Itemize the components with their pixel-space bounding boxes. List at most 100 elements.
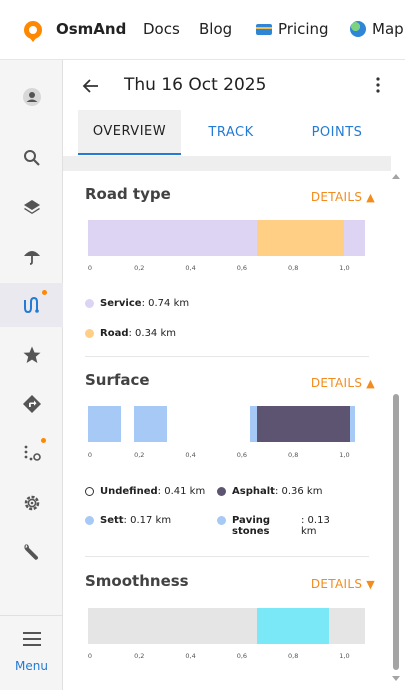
section-divider (85, 556, 369, 557)
sidebar-item-weather[interactable] (0, 234, 63, 278)
search-icon (23, 150, 40, 166)
tick-label: 1,0 (339, 264, 350, 272)
scroll-thumb[interactable] (393, 394, 399, 670)
legend-label: Paving stones (232, 515, 271, 537)
bar-segment-road (257, 220, 345, 256)
more-vertical-icon[interactable] (371, 74, 385, 96)
globe-icon (350, 21, 366, 37)
legend-value: : 0.34 km (128, 328, 177, 339)
track-header: Thu 16 Oct 2025 OVERVIEW TRACK POINTS (63, 60, 405, 156)
navigation-badge (41, 438, 46, 443)
nav-pricing-link[interactable]: Pricing (278, 20, 329, 38)
menu-button[interactable]: Menu (0, 615, 63, 690)
tab-overview[interactable]: OVERVIEW (78, 110, 181, 155)
navigation-dots-icon (24, 445, 41, 461)
star-icon (23, 346, 40, 363)
sidebar-item-plugins[interactable] (0, 530, 63, 574)
scroll-down-arrow-icon[interactable] (392, 676, 400, 681)
legend-value: : 0.13 km (301, 515, 330, 537)
sidebar-item-tracks[interactable] (0, 283, 63, 327)
tick-label: 0,8 (288, 451, 299, 459)
tick-label: 0,4 (185, 264, 196, 272)
avatar-icon (22, 88, 41, 106)
scroll-up-arrow-icon[interactable] (392, 174, 400, 179)
legend-bullet-paving-stones (217, 516, 226, 525)
details-label: DETAILS (310, 376, 363, 390)
hamburger-icon (23, 632, 41, 646)
sidebar-item-search[interactable] (0, 136, 63, 180)
tick-label: 0,2 (134, 652, 145, 660)
road-type-bar (88, 220, 365, 256)
content-top-strip (63, 156, 391, 171)
legend-item: Sett: 0.17 km (85, 515, 171, 526)
legend-value: : 0.17 km (123, 515, 172, 526)
tick-label: 0 (87, 451, 93, 459)
bar-segment-highlighted (257, 608, 330, 644)
route-tracks-icon (23, 296, 39, 314)
scrollbar[interactable] (390, 170, 403, 688)
bar-segment-service (88, 220, 258, 256)
osmand-logo-icon[interactable] (22, 20, 44, 42)
tick-label: 0,2 (134, 264, 145, 272)
legend-item: Road: 0.34 km (85, 328, 176, 339)
bar-segment-sett (88, 406, 122, 442)
tick-label: 0,6 (236, 264, 248, 272)
bar-segment-paving-stones (349, 406, 355, 442)
nav-docs-link[interactable]: Docs (143, 20, 180, 38)
smoothness-title: Smoothness (85, 572, 189, 590)
tab-track[interactable]: TRACK (191, 110, 271, 155)
legend-item: Asphalt: 0.36 km (217, 486, 322, 497)
bar-segment-paving-stones (249, 406, 258, 442)
tracks-badge (42, 290, 47, 295)
tick-label: 0,2 (134, 451, 145, 459)
legend-value: : 0.41 km (157, 486, 206, 497)
sidebar-item-settings[interactable] (0, 481, 63, 525)
smoothness-details-button[interactable]: DETAILS ▼ (311, 577, 375, 591)
legend-item: Paving stones (217, 515, 287, 537)
bar-segment-background (329, 608, 365, 644)
tick-label: 1,0 (339, 451, 350, 459)
road-type-details-button[interactable]: DETAILS ▲ (311, 190, 375, 204)
smoothness-ticks: 0 0,2 0,4 0,6 0,8 1,0 (88, 652, 365, 662)
bar-segment-asphalt (257, 406, 350, 442)
chevron-down-icon: ▼ (366, 578, 375, 591)
surface-ticks: 0 0,2 0,4 0,6 0,8 1,0 (88, 451, 365, 461)
wrench-icon (23, 544, 38, 560)
overview-content: Road type DETAILS ▲ 0 0,2 0,4 0,6 0,8 1,0 Serv… (63, 156, 405, 690)
legend-value: : 0.74 km (141, 298, 190, 309)
menu-label: Menu (15, 659, 48, 673)
directions-icon (22, 395, 41, 413)
tick-label: 0,8 (288, 652, 299, 660)
legend-bullet-sett (85, 516, 94, 525)
legend-label: Service (100, 298, 142, 309)
brand-name[interactable]: OsmAnd (56, 20, 126, 38)
road-type-title: Road type (85, 185, 171, 203)
legend-bullet-asphalt (217, 487, 226, 496)
section-divider (85, 356, 369, 357)
legend-value: : 0.36 km (274, 486, 323, 497)
bar-segment-service (344, 220, 365, 256)
sidebar-item-account[interactable] (0, 75, 63, 119)
tab-points[interactable]: POINTS (297, 110, 377, 155)
sidebar-item-favorites[interactable] (0, 333, 63, 377)
gear-icon (24, 495, 39, 511)
surface-details-button[interactable]: DETAILS ▲ (311, 376, 375, 390)
top-navigation: OsmAnd Docs Blog Pricing Map (0, 0, 405, 60)
nav-blog-link[interactable]: Blog (199, 20, 232, 38)
legend-label: Road (100, 328, 129, 339)
bar-segment-background (88, 608, 258, 644)
tick-label: 0,6 (236, 451, 248, 459)
bar-segment-sett (134, 406, 168, 442)
sidebar-item-layers[interactable] (0, 185, 63, 229)
chevron-up-icon: ▲ (366, 377, 375, 390)
tick-label: 0 (87, 652, 93, 660)
nav-map-link[interactable]: Map (372, 20, 404, 38)
tick-label: 0,8 (288, 264, 299, 272)
legend-bullet-service (85, 299, 94, 308)
sidebar-item-directions[interactable] (0, 382, 63, 426)
back-arrow-icon[interactable] (81, 76, 101, 96)
page-title: Thu 16 Oct 2025 (124, 75, 267, 95)
legend-label: Sett (100, 515, 124, 526)
legend-label: Undefined (100, 486, 158, 497)
sidebar-item-navigation[interactable] (0, 431, 63, 475)
